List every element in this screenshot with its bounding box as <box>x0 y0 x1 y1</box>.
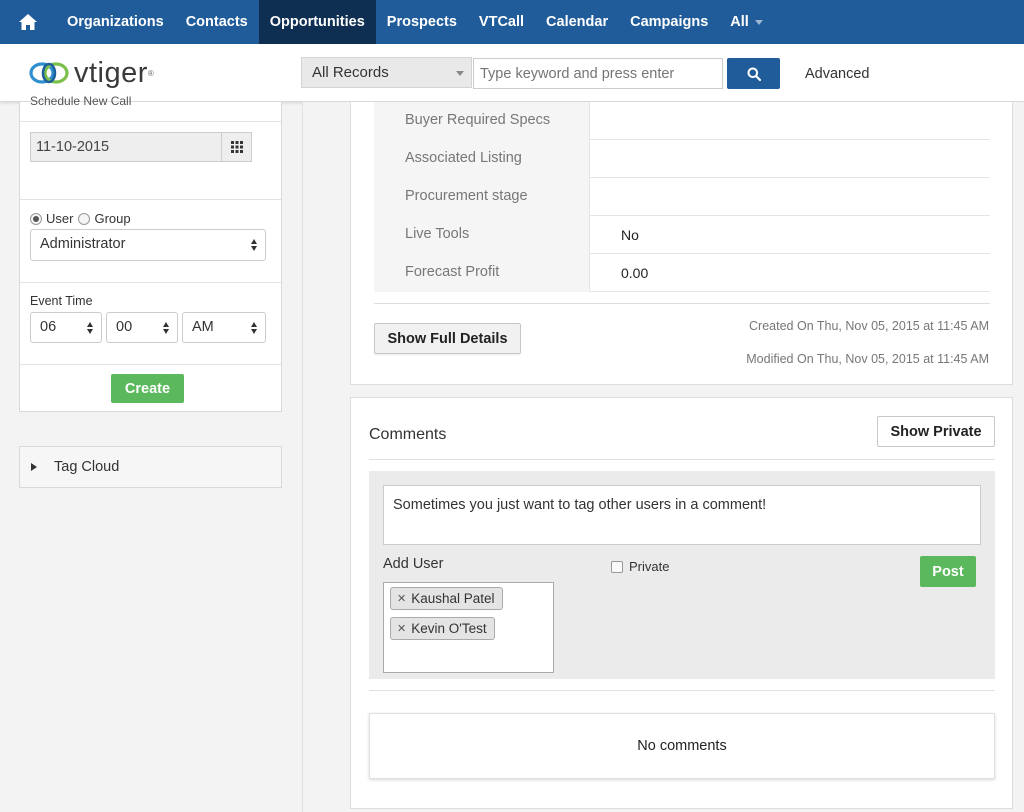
vtiger-logo[interactable]: vtiger ® <box>27 53 154 93</box>
user-tag-name: Kaushal Patel <box>411 591 495 606</box>
field-label: Procurement stage <box>374 178 590 216</box>
user-tag-chip: ✕ Kevin O'Test <box>390 617 495 640</box>
divider <box>369 690 995 691</box>
comment-textarea[interactable]: Sometimes you just want to tag other use… <box>383 485 981 545</box>
details-field-table: Buyer Required Specs Associated Listing … <box>374 102 990 292</box>
tagged-users-select[interactable]: ✕ Kaushal Patel ✕ Kevin O'Test <box>383 582 554 673</box>
ampm-value: AM <box>192 319 214 335</box>
nav-all-menu[interactable]: All <box>719 0 774 44</box>
divider <box>374 303 990 304</box>
remove-tag-icon[interactable]: ✕ <box>397 622 406 635</box>
quick-event-card: Schedule New Call 11-10-2015 User Group … <box>19 94 282 412</box>
nav-calendar[interactable]: Calendar <box>535 0 619 44</box>
records-select-value: All Records <box>312 64 389 81</box>
record-details-card: Buyer Required Specs Associated Listing … <box>350 102 1013 385</box>
field-value[interactable]: 0.00 <box>621 265 648 281</box>
home-icon <box>19 14 37 30</box>
schedule-row: Schedule New Call <box>20 94 281 122</box>
assignee-type-group: User Group <box>30 211 131 226</box>
user-radio[interactable] <box>30 212 42 225</box>
field-row: Procurement stage <box>374 178 990 216</box>
divider <box>369 459 995 460</box>
hour-value: 06 <box>40 319 57 335</box>
vtiger-logo-icon <box>29 62 69 84</box>
create-event-button[interactable]: Create <box>111 374 184 403</box>
nav-prospects[interactable]: Prospects <box>376 0 468 44</box>
select-arrows-icon <box>87 322 95 334</box>
created-on-text: Created On Thu, Nov 05, 2015 at 11:45 AM <box>749 319 989 333</box>
nav-campaigns[interactable]: Campaigns <box>619 0 719 44</box>
registered-mark: ® <box>147 68 154 78</box>
user-tag-name: Kevin O'Test <box>411 621 487 636</box>
event-time-label: Event Time <box>30 294 93 308</box>
field-label: Associated Listing <box>374 140 590 178</box>
show-full-details-button[interactable]: Show Full Details <box>374 323 521 354</box>
field-label: Forecast Profit <box>374 254 590 292</box>
add-user-label: Add User <box>383 556 444 572</box>
comment-composer: Sometimes you just want to tag other use… <box>369 471 995 679</box>
remove-tag-icon[interactable]: ✕ <box>397 592 406 605</box>
tag-cloud-label: Tag Cloud <box>54 459 120 475</box>
search-input[interactable] <box>473 58 723 89</box>
search-button[interactable] <box>727 58 780 89</box>
expand-triangle-icon <box>31 463 37 471</box>
user-tag-chip: ✕ Kaushal Patel <box>390 587 503 610</box>
field-row: Buyer Required Specs <box>374 102 990 140</box>
no-comments-message: No comments <box>369 713 995 779</box>
caret-down-icon <box>456 71 464 76</box>
nav-all-label: All <box>730 14 749 30</box>
ampm-select[interactable]: AM <box>182 312 266 343</box>
minute-value: 00 <box>116 319 133 335</box>
logo-text: vtiger <box>74 56 148 89</box>
calendar-button[interactable] <box>221 132 252 162</box>
nav-opportunities[interactable]: Opportunities <box>258 0 376 44</box>
group-radio[interactable] <box>78 212 91 225</box>
show-private-button[interactable]: Show Private <box>877 416 995 447</box>
select-arrows-icon <box>251 322 259 334</box>
nav-organizations[interactable]: Organizations <box>56 0 175 44</box>
post-comment-button[interactable]: Post <box>920 556 976 587</box>
modified-on-text: Modified On Thu, Nov 05, 2015 at 11:45 A… <box>746 352 989 366</box>
nav-contacts[interactable]: Contacts <box>175 0 259 44</box>
private-checkbox-group[interactable]: Private <box>611 559 669 574</box>
records-module-select[interactable]: All Records <box>301 57 472 88</box>
field-row: Associated Listing <box>374 140 990 178</box>
comments-title: Comments <box>369 426 447 443</box>
header-bar: vtiger ® All Records Advanced <box>0 44 1024 102</box>
tag-cloud-toggle[interactable]: Tag Cloud <box>19 446 282 488</box>
caret-down-icon <box>754 19 763 25</box>
event-date-input[interactable]: 11-10-2015 <box>30 132 222 162</box>
comments-card: Comments Show Private Sometimes you just… <box>350 397 1013 809</box>
search-icon <box>747 67 761 81</box>
assigned-to-select[interactable]: Administrator <box>30 229 266 261</box>
select-arrows-icon <box>163 322 171 334</box>
private-label: Private <box>629 559 670 574</box>
field-value[interactable]: No <box>621 227 639 243</box>
field-row: Live Tools No <box>374 216 990 254</box>
top-navigation: Organizations Contacts Opportunities Pro… <box>0 0 1024 44</box>
schedule-new-call-label: Schedule New Call <box>30 94 132 108</box>
group-radio-label: Group <box>94 211 131 226</box>
field-label: Buyer Required Specs <box>374 102 590 140</box>
field-label: Live Tools <box>374 216 590 254</box>
user-radio-label: User <box>46 211 74 226</box>
nav-vtcall[interactable]: VTCall <box>468 0 535 44</box>
home-button[interactable] <box>0 0 56 44</box>
select-arrows-icon <box>251 239 259 251</box>
minute-select[interactable]: 00 <box>106 312 178 343</box>
field-row: Forecast Profit 0.00 <box>374 254 990 292</box>
assigned-to-value: Administrator <box>40 236 126 252</box>
hour-select[interactable]: 06 <box>30 312 102 343</box>
private-checkbox[interactable] <box>611 560 623 573</box>
advanced-search-link[interactable]: Advanced <box>805 66 870 82</box>
calendar-grid-icon <box>230 141 243 153</box>
